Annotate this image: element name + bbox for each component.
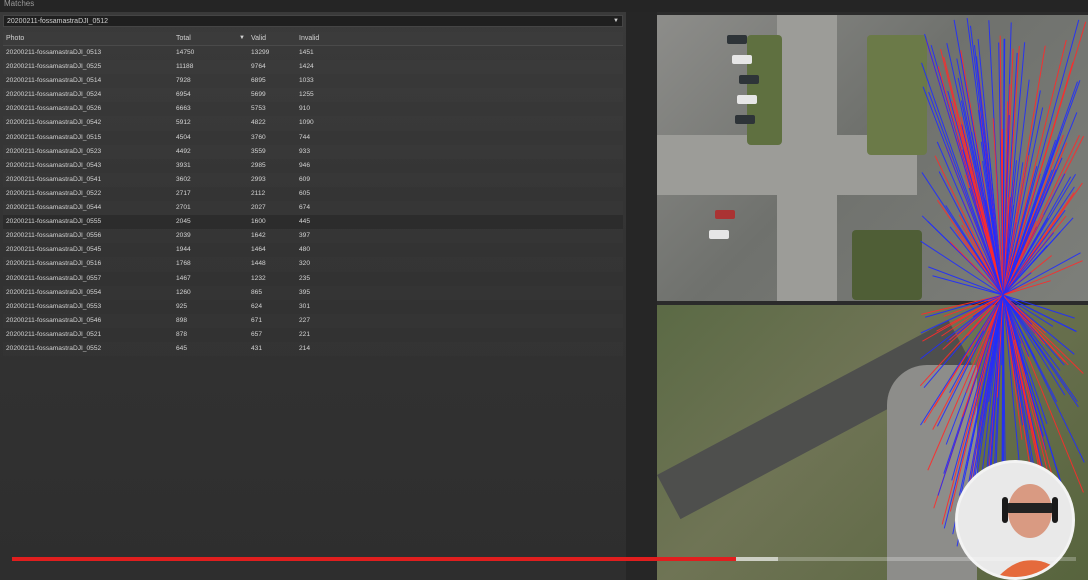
video-progress-bar[interactable]: [12, 557, 1076, 561]
presenter-webcam: [955, 460, 1075, 580]
video-buffer-bar: [735, 557, 779, 561]
feature-match-lines: [919, 17, 1087, 547]
video-progress-fill: [12, 557, 736, 561]
